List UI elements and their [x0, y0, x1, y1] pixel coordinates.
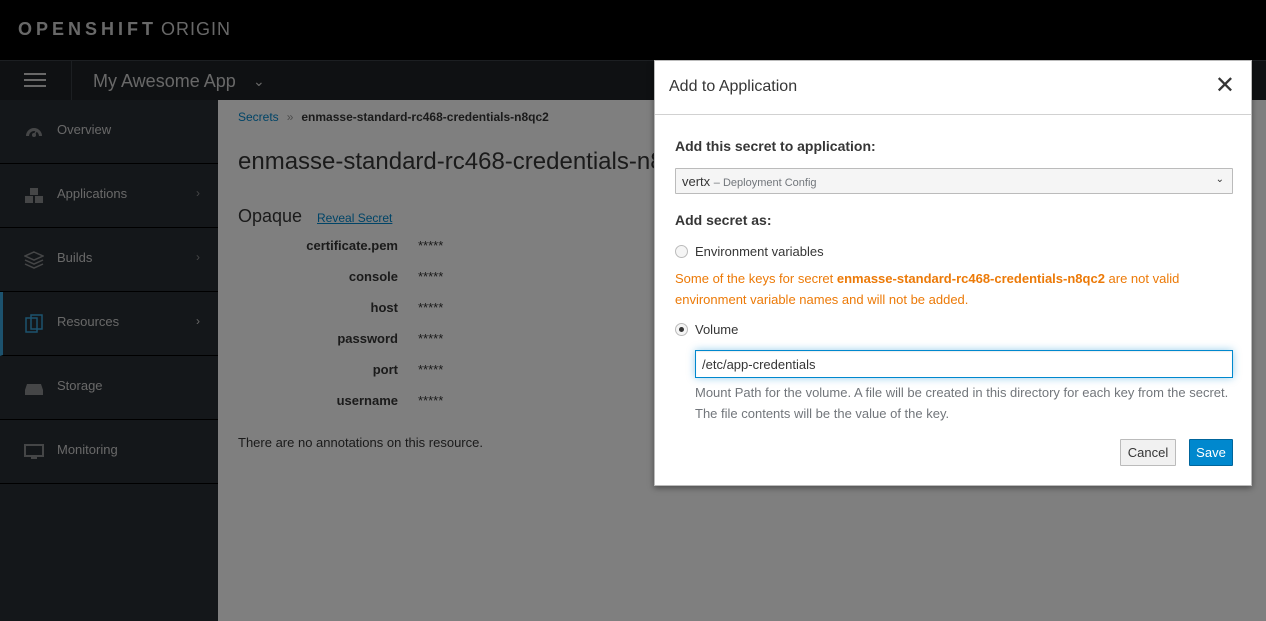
volume-label[interactable]: Volume	[695, 322, 738, 337]
mount-path-help: Mount Path for the volume. A file will b…	[695, 385, 1229, 421]
env-variables-label[interactable]: Environment variables	[695, 244, 824, 259]
modal-header: Add to Application ✕	[655, 61, 1251, 115]
volume-radio[interactable]	[675, 323, 688, 336]
application-select-kind: – Deployment Config	[713, 177, 817, 189]
application-select-value: vertx	[682, 174, 711, 189]
modal-title: Add to Application	[669, 78, 798, 95]
chevron-down-icon: ⌄	[1215, 174, 1224, 185]
warning-prefix: Some of the keys for secret	[675, 271, 837, 286]
env-variables-radio[interactable]	[675, 245, 688, 258]
application-select-label: Add this secret to application:	[675, 138, 876, 154]
close-icon[interactable]: ✕	[1215, 74, 1235, 98]
warning-secret-name: enmasse-standard-rc468-credentials-n8qc2	[836, 271, 1105, 286]
add-to-application-dialog: Add to Application ✕ Add this secret to …	[654, 60, 1252, 486]
application-select[interactable]: vertx – Deployment Config ⌄	[675, 168, 1233, 194]
save-button[interactable]: Save	[1189, 439, 1233, 466]
mount-path-input[interactable]	[695, 350, 1233, 378]
env-warning-text: Some of the keys for secret enmasse-stan…	[675, 268, 1235, 310]
add-secret-as-label: Add secret as:	[675, 212, 772, 228]
cancel-button[interactable]: Cancel	[1120, 439, 1176, 466]
